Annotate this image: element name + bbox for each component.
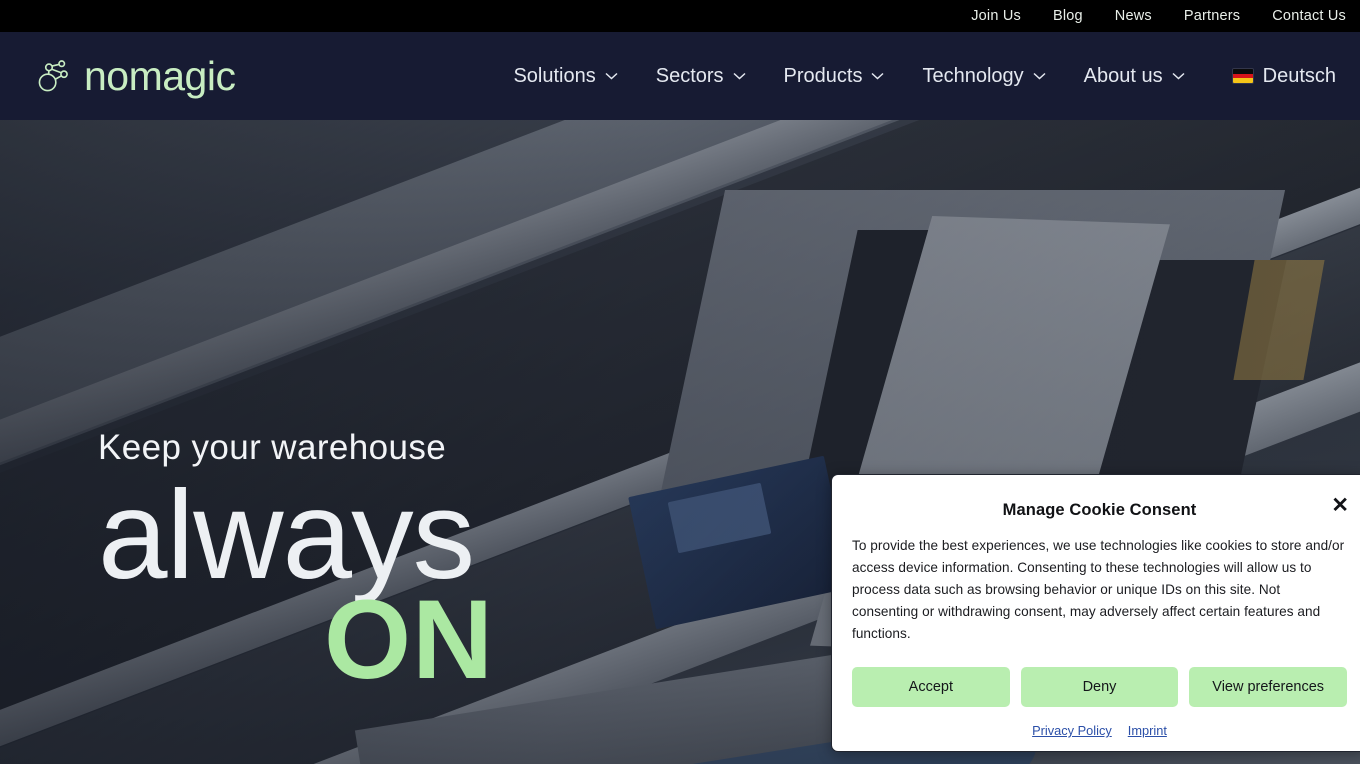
main-navigation-bar: nomagic Solutions Sectors Products Techn… <box>0 32 1360 120</box>
hero-text-block: Keep your warehouse always ON <box>98 428 494 702</box>
chevron-down-icon <box>605 72 618 80</box>
chevron-down-icon <box>733 72 746 80</box>
nav-item-label: Technology <box>922 64 1024 87</box>
nav-item-sectors[interactable]: Sectors <box>656 65 746 88</box>
language-label: Deutsch <box>1262 64 1336 87</box>
topbar-link-contact-us[interactable]: Contact Us <box>1272 8 1346 24</box>
nav-item-technology[interactable]: Technology <box>922 64 1046 88</box>
hero-emphasis: ON <box>324 576 494 702</box>
nav-item-label: Solutions <box>513 64 596 87</box>
hero-kicker: Keep your warehouse <box>98 428 447 467</box>
brand-name: nomagic <box>84 52 236 99</box>
german-flag-icon <box>1232 69 1253 83</box>
language-switcher[interactable]: Deutsch <box>1232 64 1336 88</box>
nav-item-products[interactable]: Products <box>784 65 885 88</box>
accept-button[interactable]: Accept <box>852 667 1010 708</box>
topbar-link-news[interactable]: News <box>1115 8 1152 24</box>
cookie-dialog-body: To provide the best experiences, we use … <box>852 538 1345 642</box>
brand-logo[interactable]: nomagic <box>34 52 236 99</box>
cookie-consent-dialog: Manage Cookie Consent ✕ To provide the b… <box>831 474 1360 752</box>
nav-item-label: About us <box>1083 64 1163 87</box>
deny-button[interactable]: Deny <box>1020 667 1179 708</box>
nav-items: Solutions Sectors Products Technology Ab <box>475 65 1336 88</box>
top-utility-bar: Join Us Blog News Partners Contact Us <box>0 0 1360 32</box>
cookie-dialog-links: Privacy Policy Imprint <box>852 723 1347 738</box>
cookie-dialog-actions: Accept Deny View preferences <box>852 667 1348 708</box>
chevron-down-icon <box>1033 72 1046 80</box>
nav-item-about-us[interactable]: About us <box>1084 65 1185 88</box>
imprint-link[interactable]: Imprint <box>1128 723 1167 738</box>
cookie-dialog-title: Manage Cookie Consent <box>1002 500 1197 519</box>
privacy-policy-link[interactable]: Privacy Policy <box>1032 723 1112 738</box>
molecule-icon <box>38 60 68 92</box>
cookie-dialog-header: Manage Cookie Consent ✕ <box>852 493 1349 527</box>
topbar-link-join-us[interactable]: Join Us <box>971 8 1021 24</box>
nav-item-solutions[interactable]: Solutions <box>513 64 618 88</box>
nav-item-label: Sectors <box>655 64 724 87</box>
close-icon[interactable]: ✕ <box>1331 495 1349 516</box>
chevron-down-icon <box>1172 72 1185 80</box>
topbar-link-blog[interactable]: Blog <box>1053 8 1083 24</box>
nav-item-label: Products <box>783 64 863 87</box>
view-preferences-button[interactable]: View preferences <box>1189 667 1348 708</box>
chevron-down-icon <box>871 72 884 80</box>
topbar-link-partners[interactable]: Partners <box>1184 8 1240 24</box>
